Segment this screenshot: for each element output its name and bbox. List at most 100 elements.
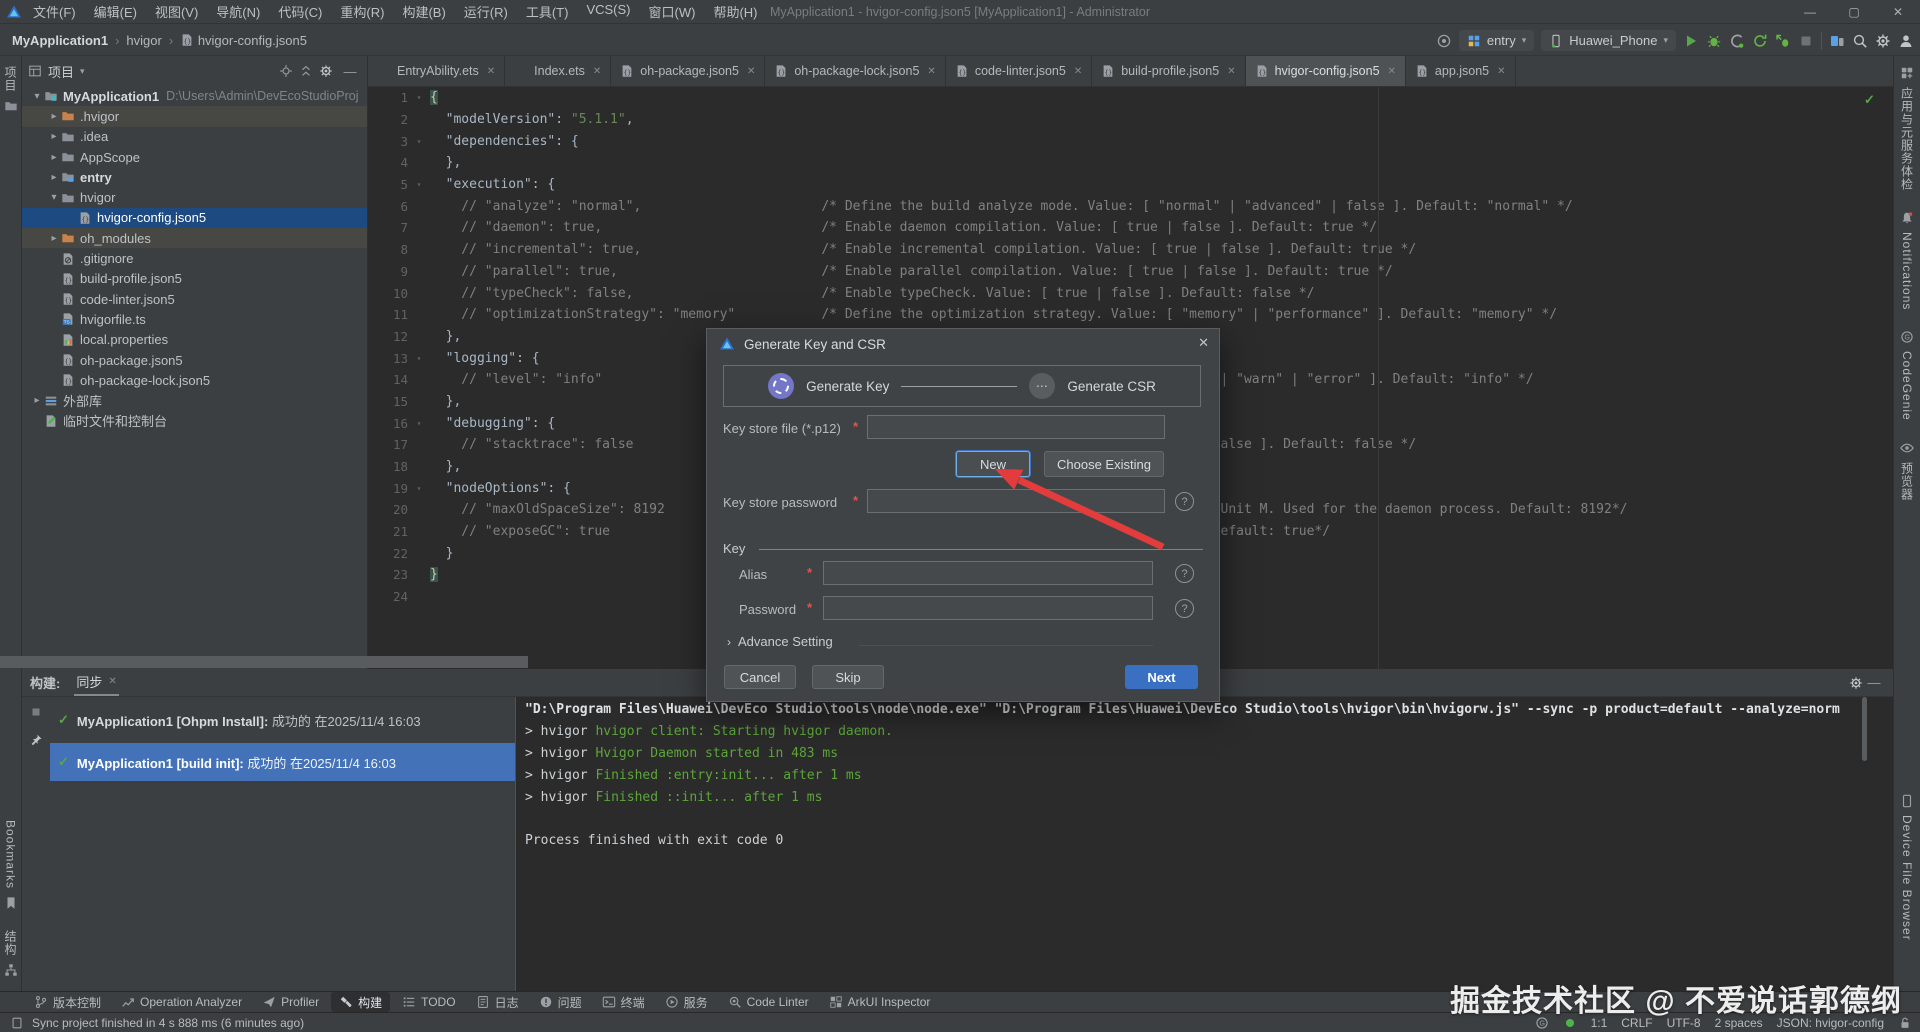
tool-window-button-0[interactable]: 版本控制 <box>26 992 109 1012</box>
tree-item-MyApplication1[interactable]: ▾MyApplication1D:\Users\Admin\DevEcoStud… <box>22 86 367 106</box>
tool-window-button-5[interactable]: 日志 <box>468 992 527 1012</box>
editor-tab-oh-package.json5[interactable]: {}oh-package.json5✕ <box>611 56 765 86</box>
profile-button[interactable] <box>1898 33 1914 49</box>
attach-debugger-button[interactable] <box>1775 33 1791 49</box>
left-top-stripe-item-0[interactable]: 项目 <box>0 56 21 123</box>
advance-setting-toggle[interactable]: ›Advance Setting <box>727 634 833 649</box>
tree-item-local.properties[interactable]: local.properties <box>22 330 367 350</box>
filter-icon[interactable] <box>29 705 43 719</box>
device-selector[interactable]: Huawei_Phone ▾ <box>1541 30 1676 51</box>
dialog-close-icon[interactable]: ✕ <box>1198 335 1209 351</box>
right-bottom-stripe-item-0[interactable]: Device File Browser <box>1894 784 1920 951</box>
editor-tab-EntryAbility.ets[interactable]: EntryAbility.ets✕ <box>368 56 505 86</box>
run-button[interactable] <box>1683 33 1699 49</box>
help-icon[interactable]: ? <box>1175 492 1194 511</box>
key-store-file-input[interactable] <box>867 415 1165 439</box>
close-button[interactable]: ✕ <box>1876 0 1920 24</box>
menu-item-10[interactable]: 窗口(W) <box>640 0 705 23</box>
tool-window-button-9[interactable]: Code Linter <box>720 992 817 1012</box>
password-input[interactable] <box>823 596 1153 620</box>
project-panel-title[interactable]: 项目 <box>48 62 74 81</box>
run-config-gear-icon[interactable] <box>1436 33 1452 49</box>
breadcrumb-item-2[interactable]: hvigor-config.json5 <box>198 33 307 48</box>
close-tab-icon[interactable]: ✕ <box>1388 66 1396 77</box>
pin-icon[interactable] <box>29 733 43 747</box>
build-settings-icon[interactable] <box>1849 676 1863 690</box>
tree-item-entry[interactable]: ▸entry <box>22 167 367 187</box>
menu-item-3[interactable]: 导航(N) <box>207 0 269 23</box>
menu-item-4[interactable]: 代码(C) <box>269 0 331 23</box>
settings-button[interactable] <box>1875 33 1891 49</box>
menu-item-1[interactable]: 编辑(E) <box>85 0 146 23</box>
close-tab-icon[interactable]: ✕ <box>1497 66 1505 77</box>
editor-tab-hvigor-config.json5[interactable]: {}hvigor-config.json5✕ <box>1246 56 1406 86</box>
editor-tab-build-profile.json5[interactable]: {}build-profile.json5✕ <box>1092 56 1245 86</box>
tool-window-button-10[interactable]: ArkUI Inspector <box>821 992 939 1012</box>
tree-item-外部库[interactable]: ▸外部库 <box>22 390 367 410</box>
close-tab-icon[interactable]: ✕ <box>1227 66 1235 77</box>
editor-tab-app.json5[interactable]: {}app.json5✕ <box>1406 56 1516 86</box>
right-top-stripe-item-1[interactable]: Notifications <box>1894 201 1920 320</box>
build-task-row-0[interactable]: ✓MyApplication1 [Ohpm Install]: 成功的 在202… <box>50 701 515 739</box>
minimize-button[interactable]: — <box>1788 0 1832 24</box>
right-top-stripe-item-0[interactable]: 应用与元服务体检 <box>1894 56 1920 201</box>
tool-window-button-2[interactable]: Profiler <box>254 992 327 1012</box>
tree-item-hvigorfile.ts[interactable]: TShvigorfile.ts <box>22 309 367 329</box>
hide-build-panel-icon[interactable]: — <box>1863 675 1885 690</box>
left-bottom-stripe-item-1[interactable]: 结构 <box>0 920 21 987</box>
editor-tab-Index.ets[interactable]: Index.ets✕ <box>505 56 611 86</box>
menu-item-5[interactable]: 重构(R) <box>331 0 393 23</box>
menu-item-2[interactable]: 视图(V) <box>146 0 207 23</box>
editor-tab-code-linter.json5[interactable]: {}code-linter.json5✕ <box>946 56 1092 86</box>
tool-window-button-3[interactable]: 构建 <box>331 992 390 1012</box>
alias-input[interactable] <box>823 561 1153 585</box>
module-selector[interactable]: entry ▾ <box>1459 30 1534 51</box>
close-tab-icon[interactable]: ✕ <box>593 66 601 77</box>
close-tab-icon[interactable]: ✕ <box>927 66 935 77</box>
inspection-ok-icon[interactable]: ✓ <box>1864 92 1875 108</box>
left-bottom-stripe-item-0[interactable]: Bookmarks <box>0 810 21 920</box>
tree-item-build-profile.json5[interactable]: {}build-profile.json5 <box>22 269 367 289</box>
device-manager-button[interactable] <box>1829 33 1845 49</box>
breadcrumb-item-0[interactable]: MyApplication1 <box>12 33 108 48</box>
tree-item-oh-package.json5[interactable]: {}oh-package.json5 <box>22 350 367 370</box>
locate-file-icon[interactable] <box>279 64 293 78</box>
tree-item-AppScope[interactable]: ▸AppScope <box>22 147 367 167</box>
debug-button[interactable] <box>1706 33 1722 49</box>
next-button[interactable]: Next <box>1125 665 1198 689</box>
tree-item-oh_modules[interactable]: ▸oh_modules <box>22 228 367 248</box>
right-top-stripe-item-2[interactable]: GCodeGenie <box>1894 320 1920 431</box>
help-icon[interactable]: ? <box>1175 564 1194 583</box>
build-task-row-1[interactable]: ✓MyApplication1 [build init]: 成功的 在2025/… <box>50 743 515 781</box>
tool-window-button-8[interactable]: 服务 <box>657 992 716 1012</box>
panel-settings-icon[interactable] <box>319 64 333 78</box>
build-console[interactable]: "D:\Program Files\Huawei\DevEco Studio\t… <box>516 697 1893 991</box>
breadcrumb-item-1[interactable]: hvigor <box>126 33 161 48</box>
tree-item-.idea[interactable]: ▸.idea <box>22 127 367 147</box>
tree-item-.hvigor[interactable]: ▸.hvigor <box>22 106 367 126</box>
status-message[interactable]: Sync project finished in 4 s 888 ms (6 m… <box>32 1016 304 1030</box>
tree-item-临时文件和控制台[interactable]: 临时文件和控制台 <box>22 411 367 431</box>
search-button[interactable] <box>1852 33 1868 49</box>
maximize-button[interactable]: ▢ <box>1832 0 1876 24</box>
restart-button[interactable] <box>1752 33 1768 49</box>
close-tab-icon[interactable]: ✕ <box>108 676 116 687</box>
menu-item-6[interactable]: 构建(B) <box>393 0 454 23</box>
splitter-bar[interactable] <box>0 656 528 668</box>
close-tab-icon[interactable]: ✕ <box>1074 66 1082 77</box>
tool-window-button-6[interactable]: 问题 <box>531 992 590 1012</box>
tool-window-button-7[interactable]: 终端 <box>594 992 653 1012</box>
stop-button[interactable] <box>1798 33 1814 49</box>
chevron-down-icon[interactable]: ▾ <box>80 66 85 77</box>
profiler-button[interactable] <box>1729 33 1745 49</box>
menu-item-8[interactable]: 工具(T) <box>517 0 578 23</box>
console-scrollbar[interactable] <box>1862 697 1867 761</box>
close-tab-icon[interactable]: ✕ <box>487 66 495 77</box>
hide-panel-icon[interactable]: — <box>339 64 361 79</box>
help-icon[interactable]: ? <box>1175 599 1194 618</box>
tool-window-button-4[interactable]: TODO <box>394 992 463 1012</box>
cancel-button[interactable]: Cancel <box>724 665 796 689</box>
tree-item-oh-package-lock.json5[interactable]: {}oh-package-lock.json5 <box>22 370 367 390</box>
tree-item-hvigor[interactable]: ▾hvigor <box>22 187 367 207</box>
menu-item-11[interactable]: 帮助(H) <box>704 0 766 23</box>
